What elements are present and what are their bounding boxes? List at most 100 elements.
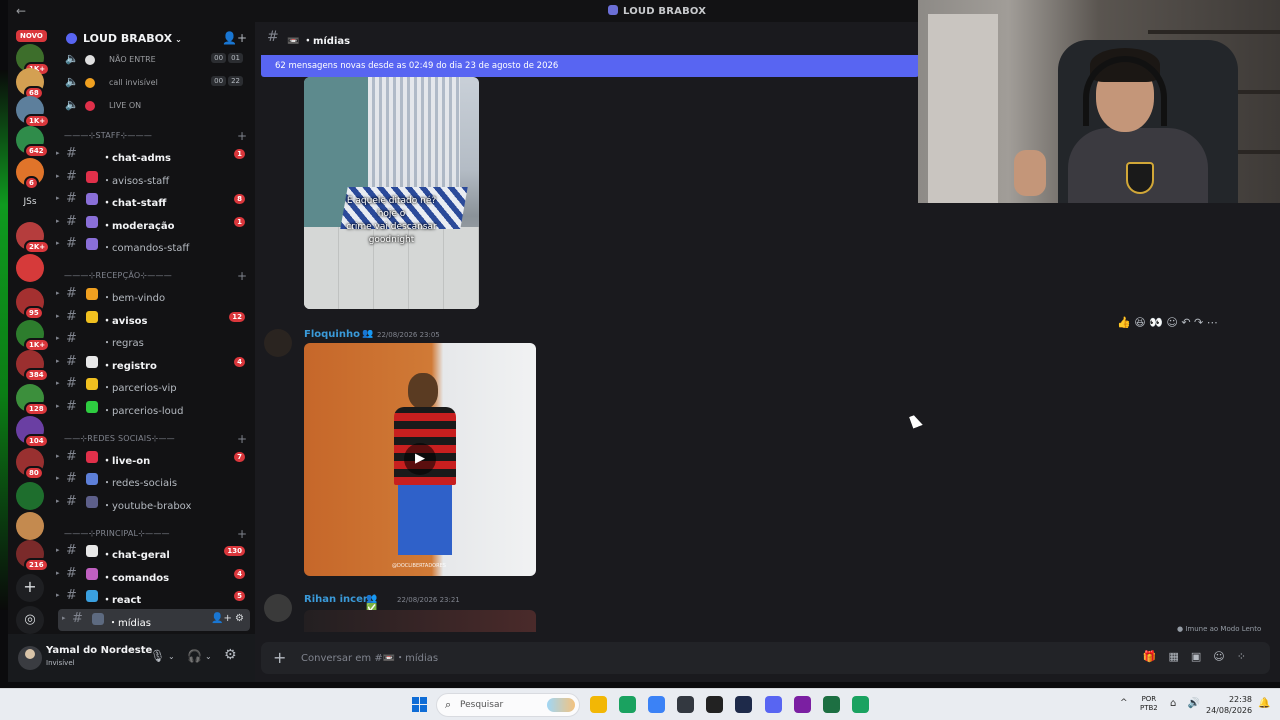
taskbar-app-icon[interactable] — [765, 696, 782, 713]
channel-emoji-icon — [86, 451, 98, 463]
avatar[interactable] — [264, 594, 292, 622]
add-channel-icon[interactable]: + — [237, 129, 247, 143]
channel-chat-geral[interactable]: ▸ # ・chat-geral 130 — [52, 541, 255, 563]
settings-icon[interactable]: ⚙ — [224, 647, 237, 663]
taskbar-app-icon[interactable] — [735, 696, 752, 713]
hash-icon: # — [66, 214, 77, 229]
mic-chevron-icon[interactable]: ⌄ — [168, 652, 175, 661]
message-actions[interactable]: 👍 😆 👀 ☺ ↶ ↷ ⋯ — [1117, 316, 1257, 338]
channel-chat-adms[interactable]: ▸ # ・chat-adms 1 — [52, 144, 255, 166]
taskbar-app-icon[interactable] — [794, 696, 811, 713]
voice-channel[interactable]: 🔈 NÃO ENTRE 00 01 — [52, 49, 255, 71]
channel-react[interactable]: ▸ # ・react 5 — [52, 586, 255, 608]
channel-emoji-icon — [86, 590, 98, 602]
system-tray-icons[interactable]: ⌂ 🔊 — [1170, 698, 1204, 709]
message-input[interactable] — [301, 650, 901, 666]
channel-comandos-staff[interactable]: ▸ # ・comandos-staff — [52, 234, 255, 256]
add-server-icon[interactable]: + — [16, 574, 44, 602]
collapse-arrow-icon: ▸ — [56, 149, 60, 157]
add-channel-icon[interactable]: + — [237, 269, 247, 283]
taskbar-app-icon[interactable] — [619, 696, 636, 713]
channel-bem-vindo[interactable]: ▸ # ・bem-vindo — [52, 284, 255, 306]
cropped-attachment[interactable] — [304, 610, 536, 632]
channel-redes-sociais[interactable]: ▸ # ・redes-sociais — [52, 469, 255, 491]
taskbar-search[interactable]: ⌕ Pesquisar — [436, 693, 580, 717]
avatar[interactable] — [18, 646, 42, 670]
voice-channel-label: NÃO ENTRE — [109, 55, 156, 64]
server-badge: 95 — [24, 306, 44, 320]
taskbar-app-icon[interactable] — [823, 696, 840, 713]
channel-emoji-icon — [86, 216, 98, 228]
channel-parcerios-loud[interactable]: ▸ # ・parcerios-loud — [52, 397, 255, 419]
channel-chat-staff[interactable]: ▸ # ・chat-staff 8 — [52, 189, 255, 211]
mic-icon[interactable]: 🎙 — [150, 649, 165, 663]
headset-chevron-icon[interactable]: ⌄ — [205, 652, 212, 661]
notification-bell-icon[interactable]: 🔔 — [1258, 698, 1270, 709]
channel-comandos[interactable]: ▸ # ・comandos 4 — [52, 564, 255, 586]
channel-action-icons[interactable]: 👤+ ⚙ — [211, 613, 244, 624]
collapse-arrow-icon: ▸ — [56, 591, 60, 599]
composer-tools[interactable]: 🎁▦▣☺⁘ — [1143, 650, 1258, 663]
add-attachment-icon[interactable]: + — [273, 648, 286, 667]
clock[interactable]: 22:38 24/08/2026 — [1206, 694, 1252, 716]
server-icon[interactable] — [16, 254, 44, 282]
taskbar-app-icon[interactable] — [648, 696, 665, 713]
channel-emoji-icon — [86, 378, 98, 390]
tray-chevron-icon[interactable]: ^ — [1120, 698, 1128, 708]
collapse-arrow-icon: ▸ — [56, 379, 60, 387]
discover-icon[interactable]: ◎ — [16, 606, 44, 634]
category-header[interactable]: ———⊹STAFF⊹——— + — [64, 129, 249, 143]
channel-title: 📼 ・mídias — [287, 36, 351, 47]
hash-icon: # — [66, 354, 77, 369]
category-header[interactable]: ———⊹PRINCIPAL⊹——— + — [64, 527, 249, 541]
channel-emoji-icon — [86, 401, 98, 413]
headset-icon[interactable]: 🎧 — [187, 649, 202, 663]
server-icon[interactable] — [16, 482, 44, 510]
category-header[interactable]: ———⊹RECEPÇÃO⊹——— + — [64, 269, 249, 283]
server-name: LOUD BRABOX ⌄ — [83, 32, 182, 45]
language-indicator[interactable]: POR PTB2 — [1140, 695, 1158, 713]
channel-youtube-brabox[interactable]: ▸ # ・youtube-brabox — [52, 492, 255, 514]
channel-emoji-icon — [85, 55, 95, 65]
video-attachment[interactable]: ▶ @DOCLIBERTADORES — [304, 343, 536, 576]
category-header[interactable]: ——⊹REDES SOCIAIS⊹—— + — [64, 432, 249, 446]
chevron-down-icon: ⌄ — [175, 35, 182, 44]
new-messages-banner[interactable]: 62 mensagens novas desde as 02:49 do dia… — [261, 55, 919, 77]
taskbar-app-icon[interactable] — [590, 696, 607, 713]
channel-avisos-staff[interactable]: ▸ # ・avisos-staff — [52, 167, 255, 189]
message-author[interactable]: Floquinho — [304, 329, 360, 340]
add-channel-icon[interactable]: + — [237, 527, 247, 541]
speaker-icon: 🔈 — [65, 52, 79, 65]
windows-start-icon[interactable] — [412, 697, 427, 712]
unread-count-badge: 4 — [234, 569, 245, 579]
taskbar-app-icon[interactable] — [677, 696, 694, 713]
voice-channel[interactable]: 🔈 call invisível 00 22 — [52, 72, 255, 94]
image-attachment[interactable]: E aquele ditado né? hoje o crime vai desca… — [304, 77, 479, 309]
server-icon[interactable] — [16, 512, 44, 540]
channel-label: ・chat-staff — [102, 198, 167, 209]
channel-live-on[interactable]: ▸ # ・live-on 7 — [52, 447, 255, 469]
add-channel-icon[interactable]: + — [237, 432, 247, 446]
window-title-text: LOUD BRABOX — [623, 6, 707, 17]
collapse-arrow-icon: ▸ — [56, 289, 60, 297]
channel-avisos[interactable]: ▸ # ・avisos 12 — [52, 307, 255, 329]
play-icon[interactable]: ▶ — [404, 443, 436, 475]
server-badge: 104 — [24, 434, 49, 448]
channel-modera-o[interactable]: ▸ # ・moderação 1 — [52, 212, 255, 234]
channel-registro[interactable]: ▸ # ・registro 4 — [52, 352, 255, 374]
server-icon[interactable]: JSs — [16, 188, 44, 216]
channel-emoji-icon — [92, 613, 104, 625]
voice-channel[interactable]: 🔈 LIVE ON — [52, 95, 255, 117]
hash-icon: # — [66, 309, 77, 324]
taskbar-app-icon[interactable] — [706, 696, 723, 713]
server-badge: 128 — [24, 402, 49, 416]
channel-regras[interactable]: ▸ # ・regras — [52, 329, 255, 351]
channel-emoji-icon — [86, 356, 98, 368]
invite-icon[interactable]: 👤+ — [222, 31, 247, 45]
channel-m-dias[interactable]: ▸ # ・mídias 👤+ ⚙ — [58, 609, 250, 631]
avatar[interactable] — [264, 329, 292, 357]
channel-label: ・regras — [102, 338, 144, 349]
channel-parcerios-vip[interactable]: ▸ # ・parcerios-vip — [52, 374, 255, 396]
taskbar-app-icon[interactable] — [852, 696, 869, 713]
back-arrow-icon[interactable]: ← — [16, 4, 26, 18]
